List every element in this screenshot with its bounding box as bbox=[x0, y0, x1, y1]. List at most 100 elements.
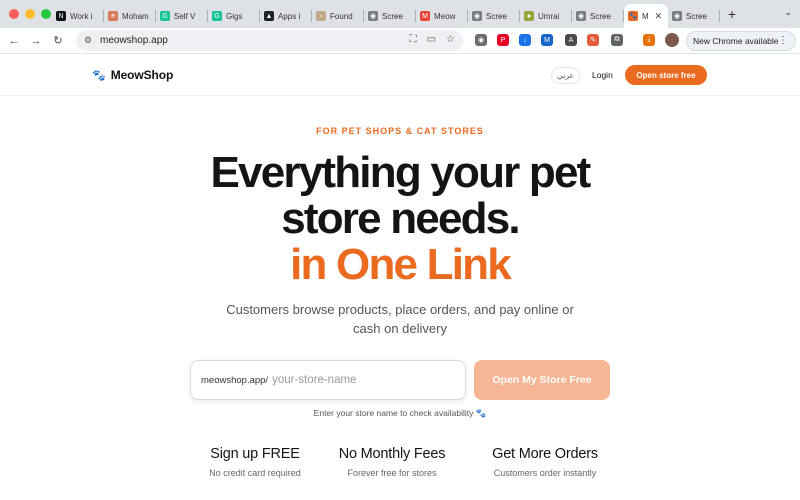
translate-icon[interactable]: ⛶ bbox=[410, 34, 417, 45]
open-my-store-button[interactable]: Open My Store Free bbox=[474, 360, 610, 400]
new-tab-button[interactable]: + bbox=[720, 6, 744, 22]
brand-logo[interactable]: 🐾 MeowShop bbox=[92, 68, 173, 82]
back-icon[interactable]: ← bbox=[3, 35, 25, 47]
browser-tab[interactable]: 🐾 M ✕ bbox=[624, 4, 668, 28]
feature-title: Sign up FREE bbox=[210, 446, 300, 462]
grammarly-icon: G bbox=[212, 11, 222, 21]
feature-title: No Monthly Fees bbox=[338, 446, 446, 462]
feature-subtitle: Forever free for stores bbox=[347, 468, 437, 478]
browser-tab[interactable]: ◉ Scree bbox=[668, 4, 720, 28]
feature-title: Get More Orders bbox=[492, 446, 598, 462]
browser-tab[interactable]: G Gigs bbox=[208, 4, 260, 28]
tab-title: Found bbox=[330, 11, 353, 21]
browser-tab-bar: N Work i ✳ Moham G Self V G Gigs ▲ Apps i ▫ Found ◉ S… bbox=[0, 0, 800, 28]
install-app-icon[interactable]: ▭ bbox=[427, 34, 436, 45]
browser-tab[interactable]: ▫ Found bbox=[312, 4, 364, 28]
tab-title: Scree bbox=[590, 11, 611, 21]
login-link[interactable]: Login bbox=[592, 70, 613, 80]
subtitle-line-1: Customers browse products, place orders,… bbox=[226, 302, 574, 317]
store-name-field[interactable]: meowshop.app/ bbox=[190, 360, 466, 400]
bookmark-star-icon[interactable]: ☆ bbox=[446, 34, 455, 45]
new-chrome-available-button[interactable]: New Chrome available ⋮ bbox=[686, 31, 796, 51]
hero-headline: Everything your pet store needs. bbox=[0, 150, 800, 242]
claude-icon: ✳ bbox=[108, 11, 118, 21]
tab-title: Meow bbox=[434, 11, 456, 21]
site-icon: ● bbox=[524, 11, 534, 21]
subtitle-line-2: cash on delivery bbox=[353, 321, 447, 336]
camera-icon: ◉ bbox=[472, 11, 482, 21]
open-store-free-button[interactable]: Open store free bbox=[625, 65, 707, 85]
site-info-icon[interactable]: ⚙ bbox=[84, 35, 96, 46]
close-tab-icon[interactable]: ✕ bbox=[655, 11, 663, 22]
address-bar[interactable]: ⚙ meowshop.app ⛶ ▭ ☆ bbox=[76, 30, 463, 51]
url-text[interactable]: meowshop.app bbox=[100, 35, 168, 46]
gmail-icon: M bbox=[420, 11, 430, 21]
camera-icon: ◉ bbox=[672, 11, 682, 21]
tab-separator bbox=[719, 10, 720, 22]
tab-title: Self V bbox=[174, 11, 196, 21]
tab-title: Moham bbox=[122, 11, 149, 21]
tab-strip: N Work i ✳ Moham G Self V G Gigs ▲ Apps i ▫ Found ◉ S… bbox=[52, 0, 720, 28]
feature-item: Sign up FREE No credit card required bbox=[185, 446, 325, 478]
close-window-button[interactable] bbox=[9, 9, 19, 19]
language-toggle-button[interactable]: عربي bbox=[551, 67, 580, 84]
camera-icon: ◉ bbox=[368, 11, 378, 21]
browser-tab[interactable]: ◉ Scree bbox=[364, 4, 416, 28]
browser-tab[interactable]: N Work i bbox=[52, 4, 104, 28]
minimize-window-button[interactable] bbox=[25, 9, 35, 19]
feature-item: Get More Orders Customers order instantl… bbox=[475, 446, 615, 478]
headline-line-2: store needs. bbox=[281, 194, 520, 243]
download-ext-icon[interactable]: ↓ bbox=[519, 34, 531, 46]
translate-ext-icon[interactable]: A bbox=[565, 34, 577, 46]
headline-highlight: in One Link bbox=[290, 240, 512, 289]
grammarly-icon: G bbox=[160, 11, 170, 21]
tab-title: Gigs bbox=[226, 11, 243, 21]
tab-title: Work i bbox=[70, 11, 93, 21]
tab-title: Scree bbox=[486, 11, 507, 21]
browser-tab[interactable]: M Meow bbox=[416, 4, 468, 28]
document-icon: ▫ bbox=[316, 11, 326, 21]
hero-subtitle: Customers browse products, place orders,… bbox=[200, 300, 600, 338]
brand-name: MeowShop bbox=[110, 68, 174, 82]
profile-avatar[interactable] bbox=[665, 33, 679, 47]
feature-item: No Monthly Fees Forever free for stores bbox=[322, 446, 462, 478]
feature-subtitle: No credit card required bbox=[209, 468, 301, 478]
framer-icon: ▲ bbox=[264, 11, 274, 21]
tab-title: Umrai bbox=[538, 11, 560, 21]
puzzle-icon[interactable]: ⧉ bbox=[611, 34, 623, 46]
maximize-window-button[interactable] bbox=[41, 9, 51, 19]
reload-icon[interactable]: ↻ bbox=[47, 34, 69, 47]
tab-title: Scree bbox=[686, 11, 707, 21]
camera-ext-icon[interactable]: ◉ bbox=[475, 34, 487, 46]
paw-icon: 🐾 bbox=[92, 69, 106, 82]
tab-search-icon[interactable]: ⌄ bbox=[784, 7, 792, 18]
forward-icon[interactable]: → bbox=[25, 35, 47, 47]
more-menu-icon[interactable]: ⋮ bbox=[778, 35, 788, 46]
site-header: 🐾 MeowShop عربي Login Open store free bbox=[0, 55, 800, 96]
feature-subtitle: Customers order instantly bbox=[493, 468, 597, 478]
browser-tab[interactable]: ▲ Apps i bbox=[260, 4, 312, 28]
browser-tab[interactable]: ● Umrai bbox=[520, 4, 572, 28]
headline-line-1: Everything your pet bbox=[210, 148, 592, 197]
update-label: New Chrome available bbox=[693, 36, 779, 46]
meowshop-icon: 🐾 bbox=[628, 11, 638, 21]
download-icon[interactable]: ⤓ bbox=[643, 34, 655, 46]
hero-eyebrow: FOR PET SHOPS & CAT STORES bbox=[316, 126, 484, 136]
browser-tab[interactable]: G Self V bbox=[156, 4, 208, 28]
window-controls bbox=[0, 9, 52, 19]
browser-tab[interactable]: ◉ Scree bbox=[468, 4, 520, 28]
browser-tab[interactable]: ◉ Scree bbox=[572, 4, 624, 28]
store-name-input[interactable] bbox=[272, 374, 443, 386]
notion-icon: N bbox=[56, 11, 66, 21]
camera-icon: ◉ bbox=[576, 11, 586, 21]
tab-title: Apps i bbox=[278, 11, 301, 21]
browser-toolbar: ← → ↻ ⚙ meowshop.app ⛶ ▭ ☆ ◉ P ↓ M A ✎ ⧉ ⤓ New … bbox=[0, 28, 800, 54]
tab-title: Scree bbox=[382, 11, 403, 21]
availability-hint: Enter your store name to check availabil… bbox=[313, 408, 487, 418]
url-prefix: meowshop.app/ bbox=[201, 374, 269, 386]
tab-title: M bbox=[642, 11, 649, 21]
pencil-ext-icon[interactable]: ✎ bbox=[587, 34, 599, 46]
mark-ext-icon[interactable]: M bbox=[541, 34, 553, 46]
browser-tab[interactable]: ✳ Moham bbox=[104, 4, 156, 28]
pinterest-icon[interactable]: P bbox=[497, 34, 509, 46]
